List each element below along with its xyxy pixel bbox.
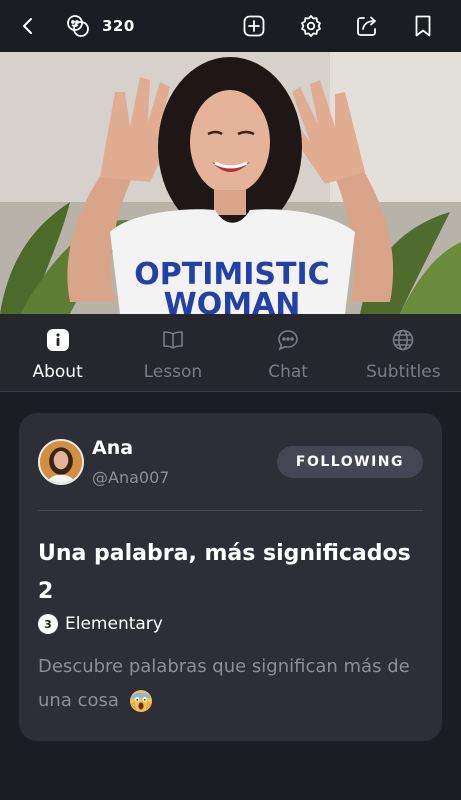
coins-counter[interactable]: 320	[64, 9, 135, 43]
lesson-description: Descubre palabras que significan más de …	[38, 650, 428, 718]
video-frame: OPTIMISTIC WOMAN	[0, 52, 461, 314]
tab-subtitles-label: Subtitles	[366, 362, 441, 382]
author-name[interactable]: Ana	[92, 437, 133, 459]
level-label: Elementary	[65, 614, 163, 634]
info-icon	[46, 329, 69, 351]
author-handle: @Ana007	[92, 468, 170, 487]
tab-lesson-label: Lesson	[143, 362, 203, 382]
tab-bar: About Lesson Chat Subtitles	[0, 314, 461, 392]
lesson-title: Una palabra, más significados 2	[38, 541, 411, 604]
tab-lesson[interactable]: Lesson	[115, 314, 230, 391]
add-button[interactable]	[237, 9, 271, 43]
lesson-description-text: Descubre palabras que significan más de …	[38, 656, 410, 711]
following-button[interactable]: FOLLOWING	[276, 446, 423, 478]
back-button[interactable]	[11, 9, 45, 43]
coins-count: 320	[102, 17, 135, 35]
video-player[interactable]: OPTIMISTIC WOMAN	[0, 52, 461, 314]
bookmark-button[interactable]	[406, 9, 440, 43]
top-bar: 320	[0, 0, 461, 52]
book-icon	[163, 331, 183, 349]
globe-icon	[393, 329, 414, 351]
shirt-text-line2: WOMAN	[164, 287, 301, 314]
screaming-face-emoji-icon	[129, 690, 152, 712]
author-photo	[40, 441, 82, 483]
divider	[38, 510, 423, 511]
settings-icon	[301, 15, 321, 37]
tab-chat-label: Chat	[268, 362, 308, 382]
tab-subtitles[interactable]: Subtitles	[346, 314, 461, 391]
back-icon	[23, 18, 32, 34]
share-button[interactable]	[350, 9, 384, 43]
tab-about-label: About	[32, 362, 83, 382]
share-icon	[357, 16, 376, 36]
coins-icon	[67, 15, 89, 37]
tab-about[interactable]: About	[0, 314, 115, 391]
level-badge: 3	[38, 614, 58, 634]
lesson-info-card: Ana @Ana007 FOLLOWING Una palabra, más s…	[19, 413, 442, 741]
settings-button[interactable]	[294, 9, 328, 43]
bookmark-icon	[415, 15, 431, 37]
level-row: 3 Elementary	[38, 614, 163, 634]
chat-icon	[278, 330, 298, 351]
tab-chat[interactable]: Chat	[231, 314, 346, 391]
add-icon	[243, 15, 265, 37]
author-avatar[interactable]	[38, 439, 84, 485]
